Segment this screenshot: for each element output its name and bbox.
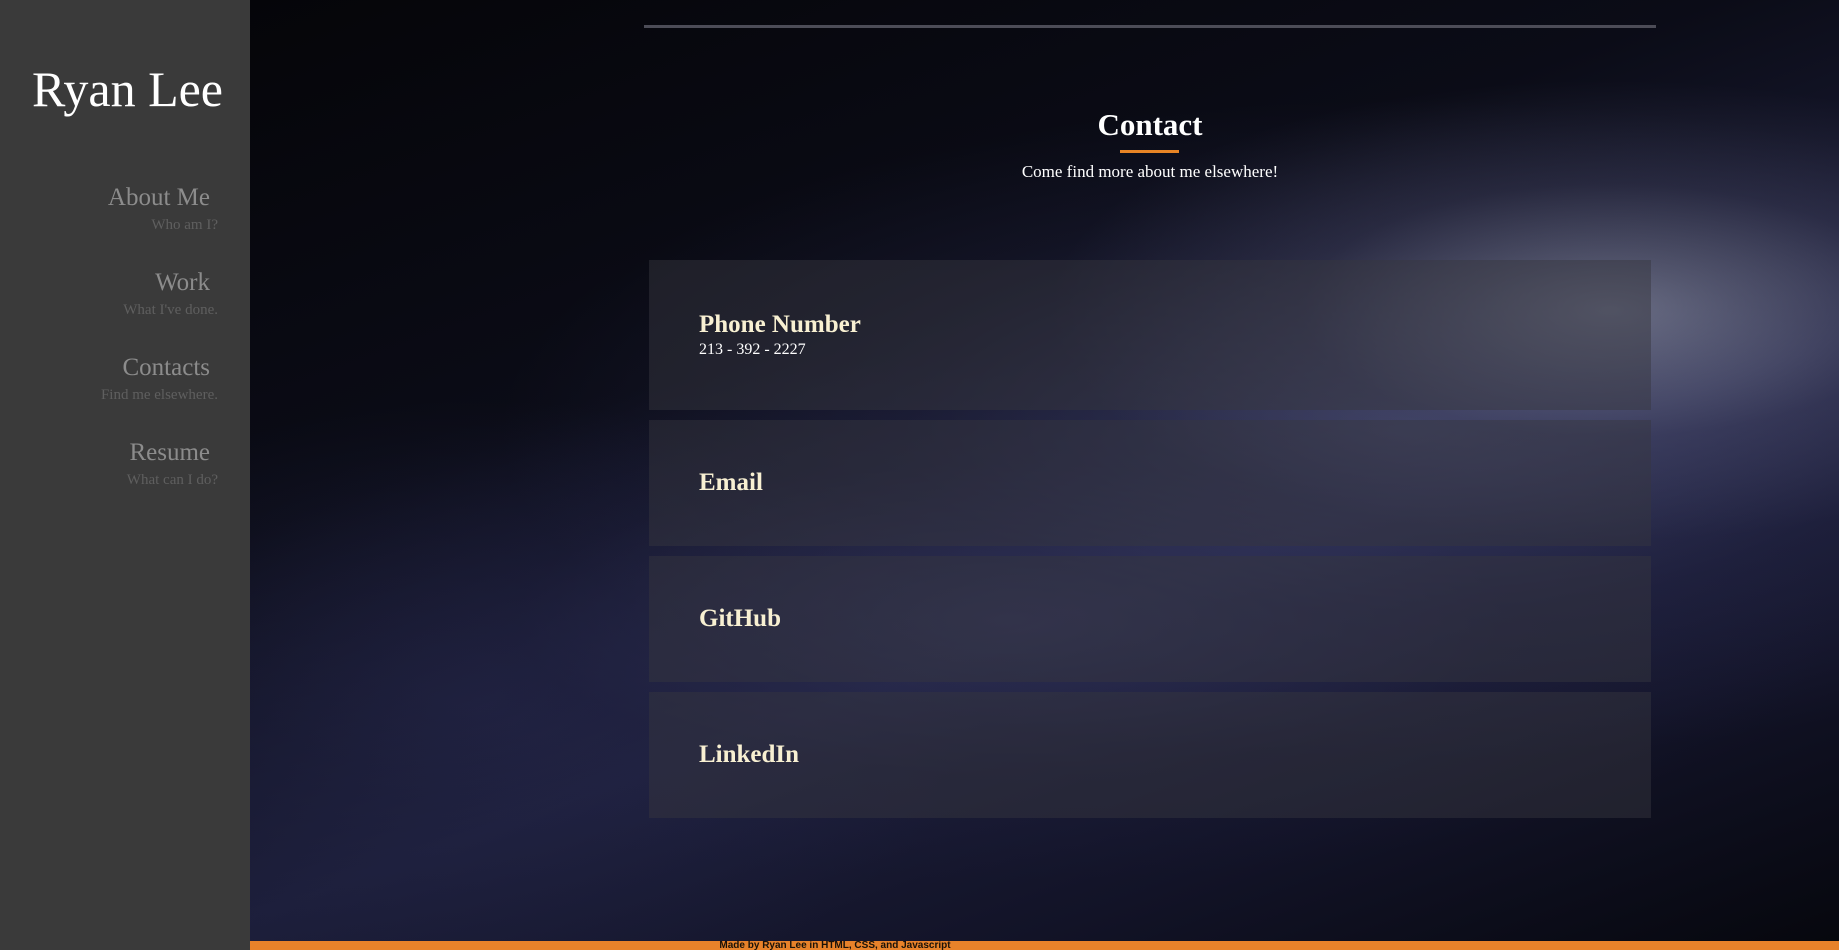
- page-title: Contact: [1097, 107, 1203, 142]
- sidebar-item-label: Resume: [129, 439, 210, 466]
- card-title: Phone Number: [699, 311, 861, 338]
- sidebar-item-label: About Me: [107, 184, 210, 211]
- title-underline: [1120, 150, 1179, 153]
- github-card[interactable]: GitHub: [649, 556, 1651, 682]
- sidebar-item-resume[interactable]: Resume What can I do?: [0, 438, 250, 523]
- page-subtitle: Come find more about me elsewhere!: [1021, 162, 1279, 181]
- section-divider: [644, 25, 1656, 28]
- card-title: GitHub: [699, 605, 781, 632]
- sidebar-item-label: Contacts: [122, 354, 211, 381]
- sidebar-item-contacts[interactable]: Contacts Find me elsewhere.: [0, 353, 250, 438]
- linkedin-card[interactable]: LinkedIn: [649, 692, 1651, 818]
- sidebar-item-work[interactable]: Work What I've done.: [0, 268, 250, 353]
- site-brand[interactable]: Ryan Lee: [32, 60, 223, 118]
- sidebar-item-label: Work: [155, 269, 210, 296]
- card-title: LinkedIn: [699, 741, 800, 768]
- card-title: Email: [699, 469, 763, 496]
- sidebar-item-subtitle: Who am I?: [151, 217, 218, 233]
- footer-credit: Made by Ryan Lee in HTML, CSS, and Javas…: [719, 940, 951, 950]
- phone-number: 213 - 392 - 2227: [699, 341, 806, 358]
- sidebar-item-subtitle: Find me elsewhere.: [100, 387, 218, 403]
- email-card[interactable]: Email: [649, 420, 1651, 546]
- sidebar-item-about-me[interactable]: About Me Who am I?: [0, 183, 250, 268]
- footer-bar: Made by Ryan Lee in HTML, CSS, and Javas…: [250, 940, 1839, 950]
- sidebar: Ryan Lee About Me Who am I? Work What I'…: [0, 0, 250, 950]
- sidebar-nav: About Me Who am I? Work What I've done. …: [0, 183, 250, 523]
- main-content: Contact Come find more about me elsewher…: [250, 0, 1839, 950]
- phone-card[interactable]: Phone Number 213 - 392 - 2227: [649, 260, 1651, 410]
- sidebar-item-subtitle: What can I do?: [126, 472, 218, 488]
- sidebar-item-subtitle: What I've done.: [123, 302, 218, 318]
